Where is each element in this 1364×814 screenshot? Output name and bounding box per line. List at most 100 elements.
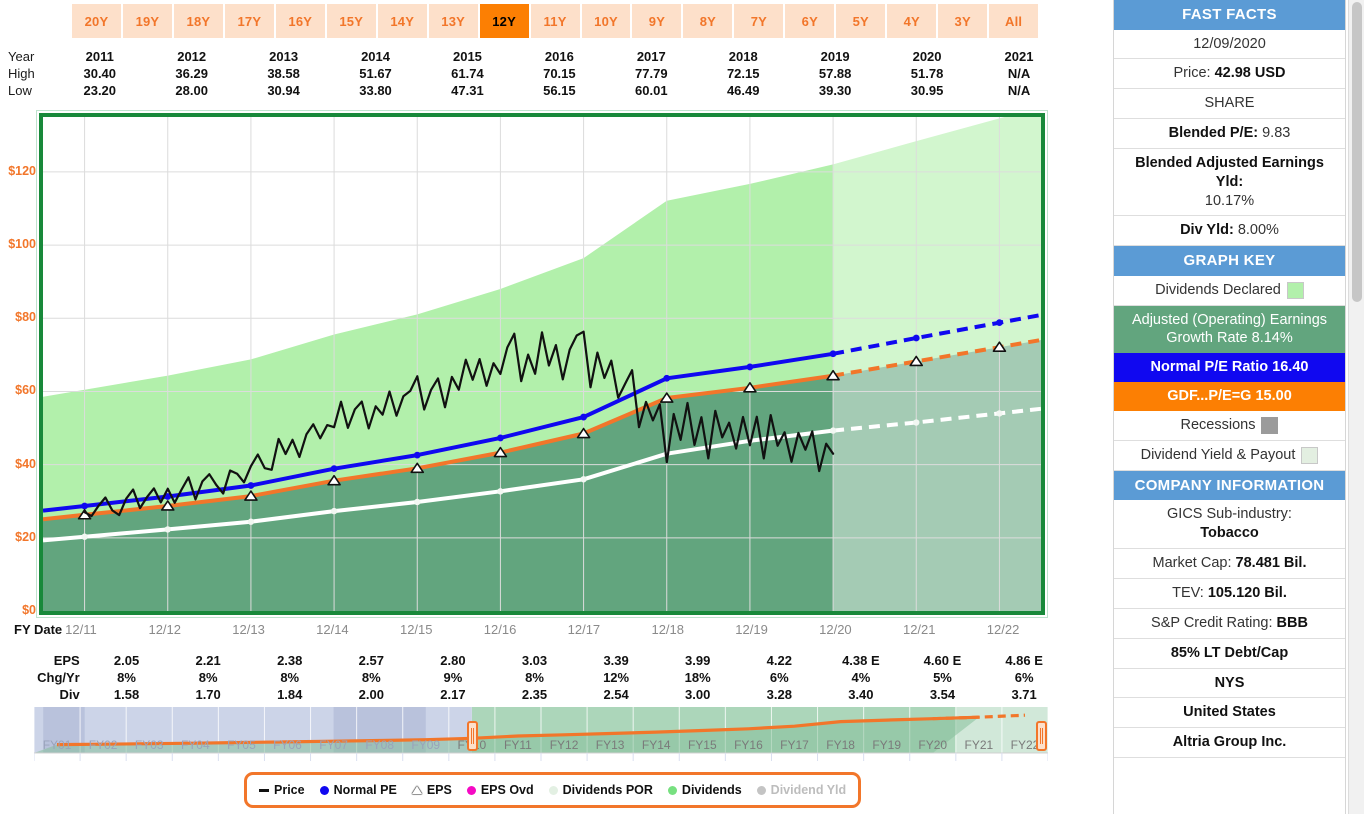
eps-table: EPS 2.05 2.21 2.38 2.57 2.80 3.03 3.39 3.99 4.22 4… <box>0 652 1065 703</box>
fastgraphs-app: 20Y 19Y 18Y 17Y 16Y 15Y 14Y 13Y 12Y 11Y 10Y 9Y 8Y 7Y 6… <box>0 0 1364 814</box>
year-table-cell: 2018 <box>728 49 758 64</box>
year-tab-16y[interactable]: 16Y <box>275 4 325 38</box>
fast-facts-share: SHARE <box>1114 89 1345 120</box>
year-tab-17y[interactable]: 17Y <box>224 4 274 38</box>
year-table-cell: 61.74 <box>451 66 484 81</box>
price-earnings-chart[interactable]: $0 $20 $40 $60 $80 $100 $120 <box>0 110 1080 620</box>
year-tab-8y[interactable]: 8Y <box>683 4 733 38</box>
eps-table-cell: 1.84 <box>277 687 303 702</box>
chart-legend[interactable]: Price Normal PE EPS EPS Ovd Dividends POR Div… <box>244 772 862 808</box>
legend-item-dividend-yld[interactable]: Dividend Yld <box>756 783 846 797</box>
navigator-label: FY06 <box>273 738 302 752</box>
y-axis-tick-label: $60 <box>15 383 36 398</box>
navigator-label: FY20 <box>918 738 947 752</box>
navigator-svg: FY01FY02FY03FY04FY05FY06FY07FY08FY09FY10… <box>34 707 1048 763</box>
year-tab-10y[interactable]: 10Y <box>581 4 631 38</box>
year-table-cell: 2017 <box>636 49 666 64</box>
plot-svg <box>43 117 1041 611</box>
year-tab-5y[interactable]: 5Y <box>836 4 886 38</box>
fast-facts-blended-pe: Blended P/E: 9.83 <box>1114 119 1345 149</box>
legend-item-normal-pe[interactable]: Normal PE <box>319 783 397 797</box>
dash-marker <box>259 788 269 792</box>
range-navigator[interactable]: FY01FY02FY03FY04FY05FY06FY07FY08FY09FY10… <box>34 707 1048 763</box>
year-tab-7y[interactable]: 7Y <box>734 4 784 38</box>
year-tab-6y[interactable]: 6Y <box>785 4 835 38</box>
year-table-cell: 46.49 <box>726 83 760 98</box>
year-table-cell: 33.80 <box>359 83 392 98</box>
graph-key-header: GRAPH KEY <box>1114 246 1345 276</box>
fy-date-label: 12/14 <box>316 622 349 637</box>
year-tab-18y[interactable]: 18Y <box>173 4 223 38</box>
year-table-cell: 30.94 <box>267 83 300 98</box>
year-table-cell: 2012 <box>177 49 207 64</box>
fy-date-label: 12/20 <box>819 622 852 637</box>
year-range-tabs[interactable]: 20Y 19Y 18Y 17Y 16Y 15Y 14Y 13Y 12Y 11Y 10Y 9Y 8Y 7Y 6… <box>72 4 1039 38</box>
navigator-label: FY07 <box>319 738 348 752</box>
legend-item-dividends[interactable]: Dividends <box>667 783 742 797</box>
year-tab-3y[interactable]: 3Y <box>938 4 988 38</box>
y-axis-tick-label: $100 <box>8 237 36 252</box>
year-tab-13y[interactable]: 13Y <box>428 4 478 38</box>
fast-facts-header: FAST FACTS <box>1114 0 1345 30</box>
company-information-header: COMPANY INFORMATION <box>1114 470 1345 501</box>
year-tab-15y[interactable]: 15Y <box>326 4 376 38</box>
navigator-label: FY12 <box>550 738 579 752</box>
sp-value: BBB <box>1276 614 1308 631</box>
eps-table-cell: 3.40 <box>848 687 874 702</box>
eps-table-row: Chg/Yr 8% 8% 8% 8% 9% 8% 12% 18% 6% 4% 5% 6% <box>0 669 1065 686</box>
legend-item-eps-ovd[interactable]: EPS Ovd <box>466 783 534 797</box>
company-sp-rating: S&P Credit Rating: BBB <box>1114 609 1345 639</box>
fy-date-label: 12/21 <box>902 622 936 637</box>
navigator-label: FY14 <box>642 738 671 752</box>
normal-pe-point <box>413 451 421 459</box>
normal-pe-point <box>746 363 754 371</box>
legend-item-eps[interactable]: EPS <box>411 783 452 797</box>
eps-table-cell: 9% <box>443 670 463 685</box>
company-lt-debt: 85% LT Debt/Cap <box>1114 639 1345 669</box>
fast-facts-blended-adj-earnings: Blended Adjusted Earnings Yld: 10.17% <box>1114 149 1345 217</box>
sp-label: S&P Credit Rating: <box>1151 614 1273 631</box>
eps-table-cell: 8% <box>280 670 300 685</box>
eps-table-cell: 5% <box>933 670 952 685</box>
year-tab-19y[interactable]: 19Y <box>122 4 172 38</box>
navigator-handle-left[interactable] <box>466 721 478 751</box>
graph-key-normal-pe: Normal P/E Ratio 16.40 <box>1114 353 1345 383</box>
y-axis-tick-label: $120 <box>8 163 36 178</box>
div-yld-value: 8.00% <box>1237 222 1279 239</box>
year-tab-4y[interactable]: 4Y <box>887 4 937 38</box>
year-tab-20y[interactable]: 20Y <box>72 4 121 38</box>
legend-item-dividends-por[interactable]: Dividends POR <box>548 783 653 797</box>
page-scrollbar[interactable] <box>1348 0 1364 814</box>
dividends-declared-label: Dividends Declared <box>1155 281 1281 298</box>
year-table-cell: N/A <box>1007 66 1031 81</box>
graph-key-recessions: Recessions <box>1114 411 1345 442</box>
legend-item-price[interactable]: Price <box>259 783 305 797</box>
navigator-handle-right[interactable] <box>1036 721 1047 751</box>
legend-item-label: Dividends POR <box>562 783 653 797</box>
navigator-label: FY08 <box>365 738 394 752</box>
eps-table-cell: 3.54 <box>929 687 956 702</box>
dividends-por-point <box>913 419 920 426</box>
year-table-cell: 51.78 <box>910 66 944 81</box>
year-tab-14y[interactable]: 14Y <box>377 4 427 38</box>
fy-date-label: 12/19 <box>735 622 768 637</box>
eps-table-cell: 8% <box>117 670 136 685</box>
page-scrollbar-thumb[interactable] <box>1352 2 1362 302</box>
tev-value: 105.120 Bil. <box>1207 585 1287 601</box>
blue-dot-marker <box>319 785 329 795</box>
navigator-label: FY17 <box>780 738 809 752</box>
info-sidebar: FAST FACTS 12/09/2020 Price: 42.98 USD S… <box>1113 0 1346 814</box>
recessions-swatch <box>1261 417 1279 435</box>
year-tab-11y[interactable]: 11Y <box>530 4 580 38</box>
plot-area[interactable] <box>39 113 1045 615</box>
year-table-cell: 23.20 <box>83 83 117 98</box>
eps-table-cell: 8% <box>361 670 381 685</box>
price-label: Price: <box>1173 65 1211 82</box>
year-tab-12y[interactable]: 12Y <box>479 4 529 38</box>
year-tab-all[interactable]: All <box>989 4 1039 38</box>
eps-table-cell: 2.00 <box>358 687 384 702</box>
year-tab-9y[interactable]: 9Y <box>632 4 682 38</box>
blended-pe-value: 9.83 <box>1262 125 1291 142</box>
year-table-cell: 2015 <box>452 49 482 64</box>
recessions-label: Recessions <box>1180 417 1256 434</box>
